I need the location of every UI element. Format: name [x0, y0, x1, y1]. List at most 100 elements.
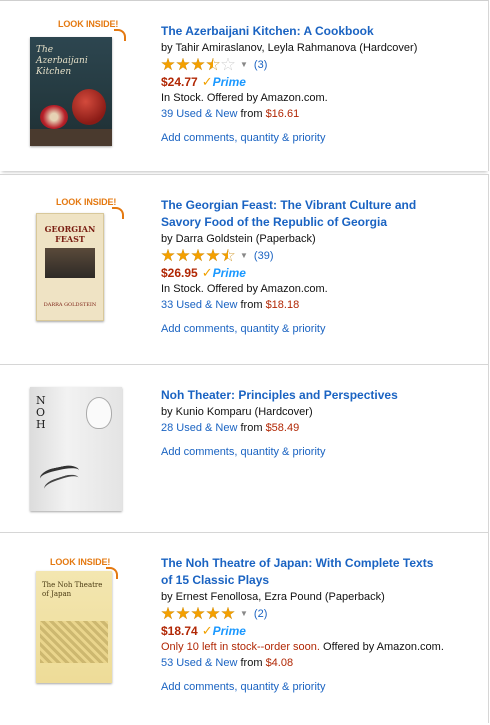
item-info: The Noh Theatre of Japan: With Complete …: [161, 555, 481, 693]
from-label: from: [240, 299, 263, 311]
title-line-1[interactable]: The Noh Theatre of Japan: With Complete …: [161, 556, 433, 570]
star-icon: [191, 606, 205, 620]
availability: Only 10 left in stock--order soon. Offer…: [161, 639, 481, 655]
byline: by Ernest Fenollosa, Ezra Pound (Paperba…: [161, 591, 385, 603]
offered-by: Offered by Amazon.com.: [206, 283, 328, 295]
star-icon: [206, 606, 220, 620]
used-new-link[interactable]: 39 Used & New: [161, 108, 237, 120]
rating-row: ▼ (3): [161, 56, 481, 73]
price: $24.77: [161, 74, 198, 89]
cover-title: GEORGIAN FEAST: [44, 224, 96, 244]
prime-label: Prime: [212, 74, 246, 89]
chevron-down-icon[interactable]: ▼: [240, 609, 248, 618]
used-price: $58.49: [265, 422, 300, 434]
from-label: from: [240, 108, 263, 120]
book-cover-image[interactable]: GEORGIAN FEAST DARRA GOLDSTEIN: [36, 213, 104, 321]
offered-by: Offered by Amazon.com.: [323, 641, 444, 653]
cover-title: The Azerbaijani Kitchen: [36, 45, 88, 77]
look-inside-badge[interactable]: LOOK INSIDE!: [58, 19, 118, 29]
book-cover-image[interactable]: NOH: [30, 387, 122, 511]
add-comments-link[interactable]: Add comments, quantity & priority: [161, 446, 481, 458]
title-line-1[interactable]: The Georgian Feast: The Vibrant Culture …: [161, 198, 416, 212]
star-rating[interactable]: [161, 57, 236, 72]
used-new-link[interactable]: 53 Used & New: [161, 657, 237, 669]
from-label: from: [240, 657, 263, 669]
used-new-link[interactable]: 33 Used & New: [161, 299, 237, 311]
product-title-link[interactable]: Noh Theater: Principles and Perspectives: [161, 387, 481, 404]
title-line-2[interactable]: Savory Food of the Republic of Georgia: [161, 215, 387, 229]
star-icon: [191, 57, 205, 71]
used-new-offers: 33 Used & New from $18.18: [161, 297, 481, 313]
byline: by Tahir Amiraslanov, Leyla Rahmanova (H…: [161, 42, 418, 54]
prime-badge: ✓ Prime: [202, 265, 246, 281]
title-line-2[interactable]: of 15 Classic Plays: [161, 573, 269, 587]
stock-status: In Stock.: [161, 92, 204, 104]
product-title-link[interactable]: The Azerbaijani Kitchen: A Cookbook: [161, 23, 481, 40]
star-half-icon: [206, 57, 220, 71]
star-icon: [206, 248, 220, 262]
noh-mask-decoration: [86, 397, 112, 429]
price: $18.74: [161, 623, 198, 638]
look-inside-badge[interactable]: LOOK INSIDE!: [56, 197, 116, 207]
used-new-offers: 39 Used & New from $16.61: [161, 106, 481, 122]
star-rating[interactable]: [161, 606, 236, 621]
star-rating[interactable]: [161, 248, 236, 263]
review-count-link[interactable]: (2): [254, 608, 267, 620]
add-comments-link[interactable]: Add comments, quantity & priority: [161, 323, 481, 335]
prime-badge: ✓ Prime: [202, 74, 246, 90]
product-title-link[interactable]: The Noh Theatre of Japan: With Complete …: [161, 555, 481, 589]
cover-author: DARRA GOLDSTEIN: [43, 302, 97, 308]
star-icon: [176, 248, 190, 262]
prime-label: Prime: [212, 623, 246, 638]
used-new-link[interactable]: 28 Used & New: [161, 422, 237, 434]
star-icon: [161, 57, 175, 71]
prime-label: Prime: [212, 265, 246, 280]
result-item: LOOK INSIDE! The Azerbaijani Kitchen The…: [0, 0, 489, 171]
availability: In Stock. Offered by Amazon.com.: [161, 90, 481, 106]
star-icon: [221, 606, 235, 620]
prime-badge: ✓ Prime: [202, 623, 246, 639]
used-price: $4.08: [265, 657, 294, 669]
offered-by: Offered by Amazon.com.: [206, 92, 328, 104]
low-stock-warning: Only 10 left in stock--order soon.: [161, 641, 320, 653]
review-count-link[interactable]: (3): [254, 59, 267, 71]
look-inside-badge[interactable]: LOOK INSIDE!: [50, 557, 110, 567]
result-item: LOOK INSIDE! GEORGIAN FEAST DARRA GOLDST…: [0, 174, 489, 365]
prime-check-icon: ✓: [201, 264, 213, 280]
price: $26.95: [161, 265, 198, 280]
star-empty-icon: [221, 57, 235, 71]
table-surface-decoration: [30, 129, 112, 146]
used-new-offers: 28 Used & New from $58.49: [161, 420, 481, 436]
cover-photo-decoration: [45, 248, 95, 278]
look-inside-arrow-icon: [112, 207, 124, 219]
book-cover-image[interactable]: The Azerbaijani Kitchen: [30, 37, 112, 146]
star-icon: [161, 606, 175, 620]
chevron-down-icon[interactable]: ▼: [240, 60, 248, 69]
cover-title: The Noh Theatre of Japan: [42, 581, 103, 598]
item-info: The Azerbaijani Kitchen: A Cookbook by T…: [161, 23, 481, 144]
price-row: $24.77 ✓ Prime: [161, 73, 481, 90]
add-comments-link[interactable]: Add comments, quantity & priority: [161, 132, 481, 144]
rating-row: ▼ (2): [161, 605, 481, 622]
result-item: LOOK INSIDE! The Noh Theatre of Japan Th…: [0, 532, 489, 723]
star-half-icon: [221, 248, 235, 262]
result-item: NOH Noh Theater: Principles and Perspect…: [0, 364, 489, 533]
add-comments-link[interactable]: Add comments, quantity & priority: [161, 681, 481, 693]
star-icon: [176, 606, 190, 620]
cover-illustration-decoration: [40, 621, 108, 663]
used-price: $18.18: [265, 299, 300, 311]
product-title-link[interactable]: The Georgian Feast: The Vibrant Culture …: [161, 197, 481, 231]
prime-check-icon: ✓: [201, 622, 213, 638]
price-row: $26.95 ✓ Prime: [161, 264, 481, 281]
book-cover-image[interactable]: The Noh Theatre of Japan: [36, 571, 112, 683]
rating-row: ▼ (39): [161, 247, 481, 264]
byline: by Darra Goldstein (Paperback): [161, 233, 316, 245]
used-new-offers: 53 Used & New from $4.08: [161, 655, 481, 671]
pomegranate-half-decoration: [40, 105, 68, 129]
look-inside-arrow-icon: [114, 29, 126, 41]
review-count-link[interactable]: (39): [254, 250, 274, 262]
price-row: $18.74 ✓ Prime: [161, 622, 481, 639]
from-label: from: [240, 422, 263, 434]
prime-check-icon: ✓: [201, 73, 213, 89]
chevron-down-icon[interactable]: ▼: [240, 251, 248, 260]
